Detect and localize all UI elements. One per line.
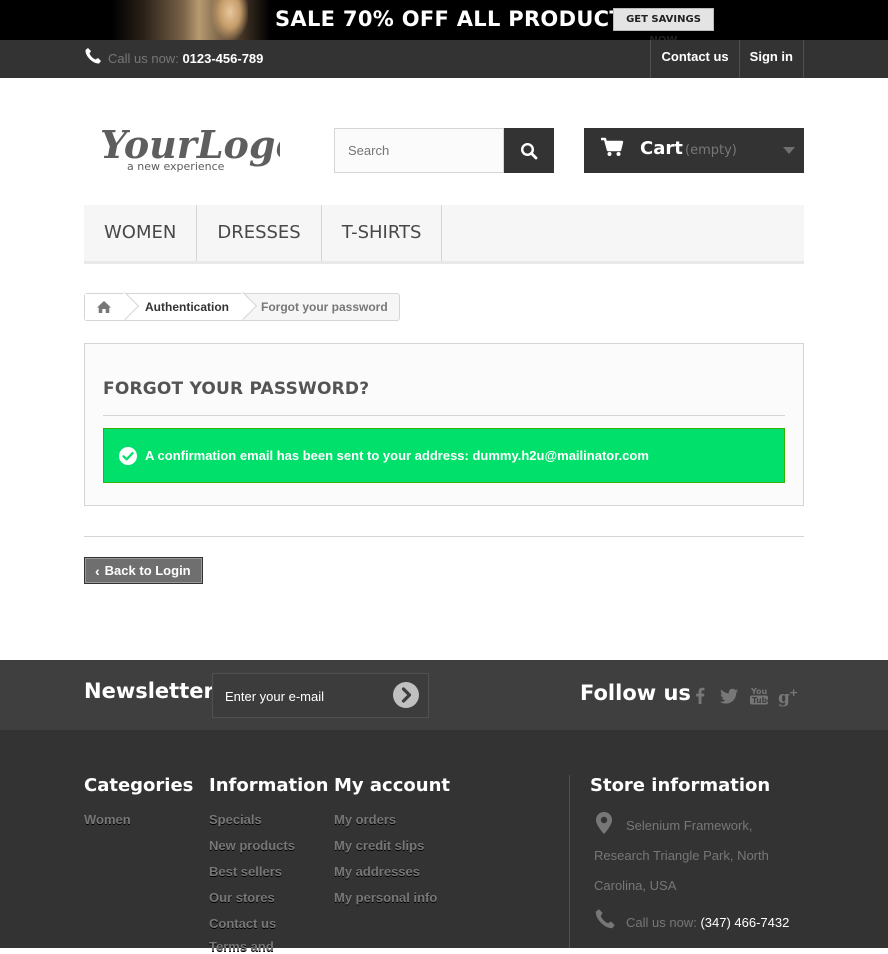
banner-model-image [112, 0, 270, 40]
cart-icon [601, 137, 624, 156]
footer-link-personal-info[interactable]: My personal info [334, 890, 437, 905]
shop-phone: 0123-456-789 [182, 51, 264, 66]
page-title: FORGOT YOUR PASSWORD? [103, 379, 370, 399]
menu-item-women[interactable]: WOMEN [84, 205, 198, 261]
search-icon [520, 142, 538, 159]
store-address-line3: Carolina, USA [594, 878, 677, 893]
title-divider [103, 415, 785, 416]
search-button[interactable] [504, 128, 554, 173]
footer-store-title: Store information [590, 775, 771, 796]
contact-us-link[interactable]: Contact us [650, 40, 738, 78]
breadcrumb-authentication[interactable]: Authentication [125, 294, 243, 320]
breadcrumb-home[interactable] [85, 294, 125, 320]
follow-us-title: Follow us [580, 681, 691, 705]
footer-link-women[interactable]: Women [84, 812, 131, 827]
cart-button[interactable]: Cart (empty) [584, 128, 804, 173]
chevron-down-icon [783, 147, 795, 154]
svg-text:Tube: Tube [752, 696, 770, 705]
footer-link-new-products[interactable]: New products [209, 838, 295, 853]
chevron-left-icon: ‹ [95, 562, 100, 579]
forgot-password-box: FORGOT YOUR PASSWORD? A confirmation ema… [84, 343, 804, 506]
success-alert: A confirmation email has been sent to yo… [103, 428, 785, 483]
facebook-icon[interactable] [689, 685, 711, 707]
youtube-icon[interactable]: You Tube [748, 685, 770, 707]
footer-link-our-stores[interactable]: Our stores [209, 890, 275, 905]
phone-icon [595, 909, 615, 929]
search-bar [334, 128, 554, 173]
footer-link-specials[interactable]: Specials [209, 812, 262, 827]
newsletter-submit-button[interactable] [393, 682, 419, 708]
store-address-line1: Selenium Framework, [626, 818, 753, 833]
footer-link-my-orders[interactable]: My orders [334, 812, 396, 827]
phone-icon [85, 48, 101, 64]
footer-information-title: Information [209, 775, 329, 796]
menu-item-dresses[interactable]: DRESSES [197, 205, 322, 261]
breadcrumb: Authentication Forgot your password [84, 293, 400, 321]
svg-text:+: + [789, 686, 798, 699]
logo-tagline: a new experience [127, 160, 225, 173]
store-logo[interactable]: YourLogo a new experience [100, 118, 280, 178]
footer-link-contact-us[interactable]: Contact us [209, 916, 276, 931]
footer-categories-title[interactable]: Categories [84, 775, 193, 796]
top-links: Contact us Sign in [650, 40, 804, 78]
get-savings-button[interactable]: GET SAVINGS NOW [613, 8, 714, 46]
newsletter-placeholder: Enter your e-mail [225, 689, 324, 704]
back-label: Back to Login [104, 563, 191, 578]
footer-link-addresses[interactable]: My addresses [334, 864, 420, 879]
svg-text:You: You [750, 687, 768, 696]
menu-item-tshirts[interactable]: T-SHIRTS [322, 205, 443, 261]
banner-title: SALE 70% OFF ALL PRODUCTS [275, 7, 640, 31]
footer-account-title[interactable]: My account [334, 775, 450, 796]
back-to-login-button[interactable]: ‹ Back to Login [84, 557, 203, 584]
main-menu: WOMEN DRESSES T-SHIRTS [84, 205, 804, 264]
map-marker-icon [596, 812, 612, 834]
store-address-line2: Research Triangle Park, North [594, 848, 769, 863]
content-divider [84, 536, 804, 537]
promo-banner[interactable]: SALE 70% OFF ALL PRODUCTS GET SAVINGS NO… [0, 0, 888, 46]
footer-link-best-sellers[interactable]: Best sellers [209, 864, 282, 879]
footer-link-terms[interactable]: Terms and [209, 939, 274, 954]
twitter-icon[interactable] [718, 685, 740, 707]
home-icon [97, 301, 111, 313]
check-circle-icon [119, 446, 137, 465]
breadcrumb-current: Forgot your password [261, 300, 388, 314]
call-us-text: Call us now: 0123-456-789 [108, 51, 264, 66]
cart-status: (empty) [685, 143, 737, 158]
cart-label: Cart [640, 138, 683, 159]
store-phone: (347) 466-7432 [700, 915, 790, 930]
search-input[interactable] [334, 128, 504, 173]
google-plus-icon[interactable]: g + [778, 685, 800, 707]
newsletter-title: Newsletter [84, 679, 214, 703]
footer-link-credit-slips[interactable]: My credit slips [334, 838, 424, 853]
sign-in-link[interactable]: Sign in [738, 40, 804, 78]
alert-message: A confirmation email has been sent to yo… [145, 448, 649, 463]
footer-divider [569, 775, 570, 948]
store-call-text: Call us now: (347) 466-7432 [626, 915, 790, 930]
